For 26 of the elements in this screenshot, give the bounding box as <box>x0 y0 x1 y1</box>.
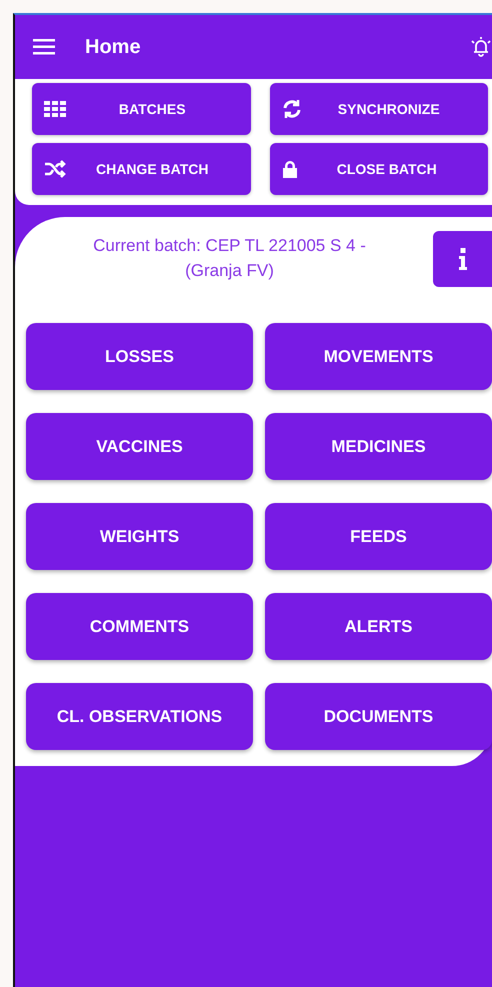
action-button[interactable]: CLOSE BATCH <box>270 143 488 195</box>
menu-item-button[interactable]: CL. OBSERVATIONS <box>26 683 253 750</box>
shuffle-icon <box>44 160 66 178</box>
lock-icon <box>282 160 298 178</box>
menu-icon <box>33 39 55 55</box>
menu-item-button[interactable]: COMMENTS <box>26 593 253 660</box>
menu-item-button[interactable]: WEIGHTS <box>26 503 253 570</box>
menu-item-button[interactable]: MEDICINES <box>265 413 492 480</box>
action-button[interactable]: BATCHES <box>32 83 250 135</box>
alarm-button[interactable] <box>470 36 492 58</box>
alarm-bell-icon <box>470 36 492 58</box>
menu-item-button[interactable]: LOSSES <box>26 323 253 390</box>
info-button[interactable] <box>433 231 492 287</box>
grid-icon <box>44 101 66 117</box>
menu-item-button[interactable]: VACCINES <box>26 413 253 480</box>
current-batch-text: Current batch: CEP TL 221005 S 4 - (Granja FV) <box>92 235 367 282</box>
menu-item-button[interactable]: FEEDS <box>265 503 492 570</box>
menu-item-button[interactable]: DOCUMENTS <box>265 683 492 750</box>
sync-icon <box>282 99 302 119</box>
menu-button[interactable] <box>33 39 55 55</box>
action-button[interactable]: SYNCHRONIZE <box>270 83 488 135</box>
menu-item-button[interactable]: MOVEMENTS <box>265 323 492 390</box>
page-title: Home <box>85 36 142 58</box>
info-icon <box>458 248 468 270</box>
menu-item-button[interactable]: ALERTS <box>265 593 492 660</box>
action-button[interactable]: CHANGE BATCH <box>32 143 250 195</box>
